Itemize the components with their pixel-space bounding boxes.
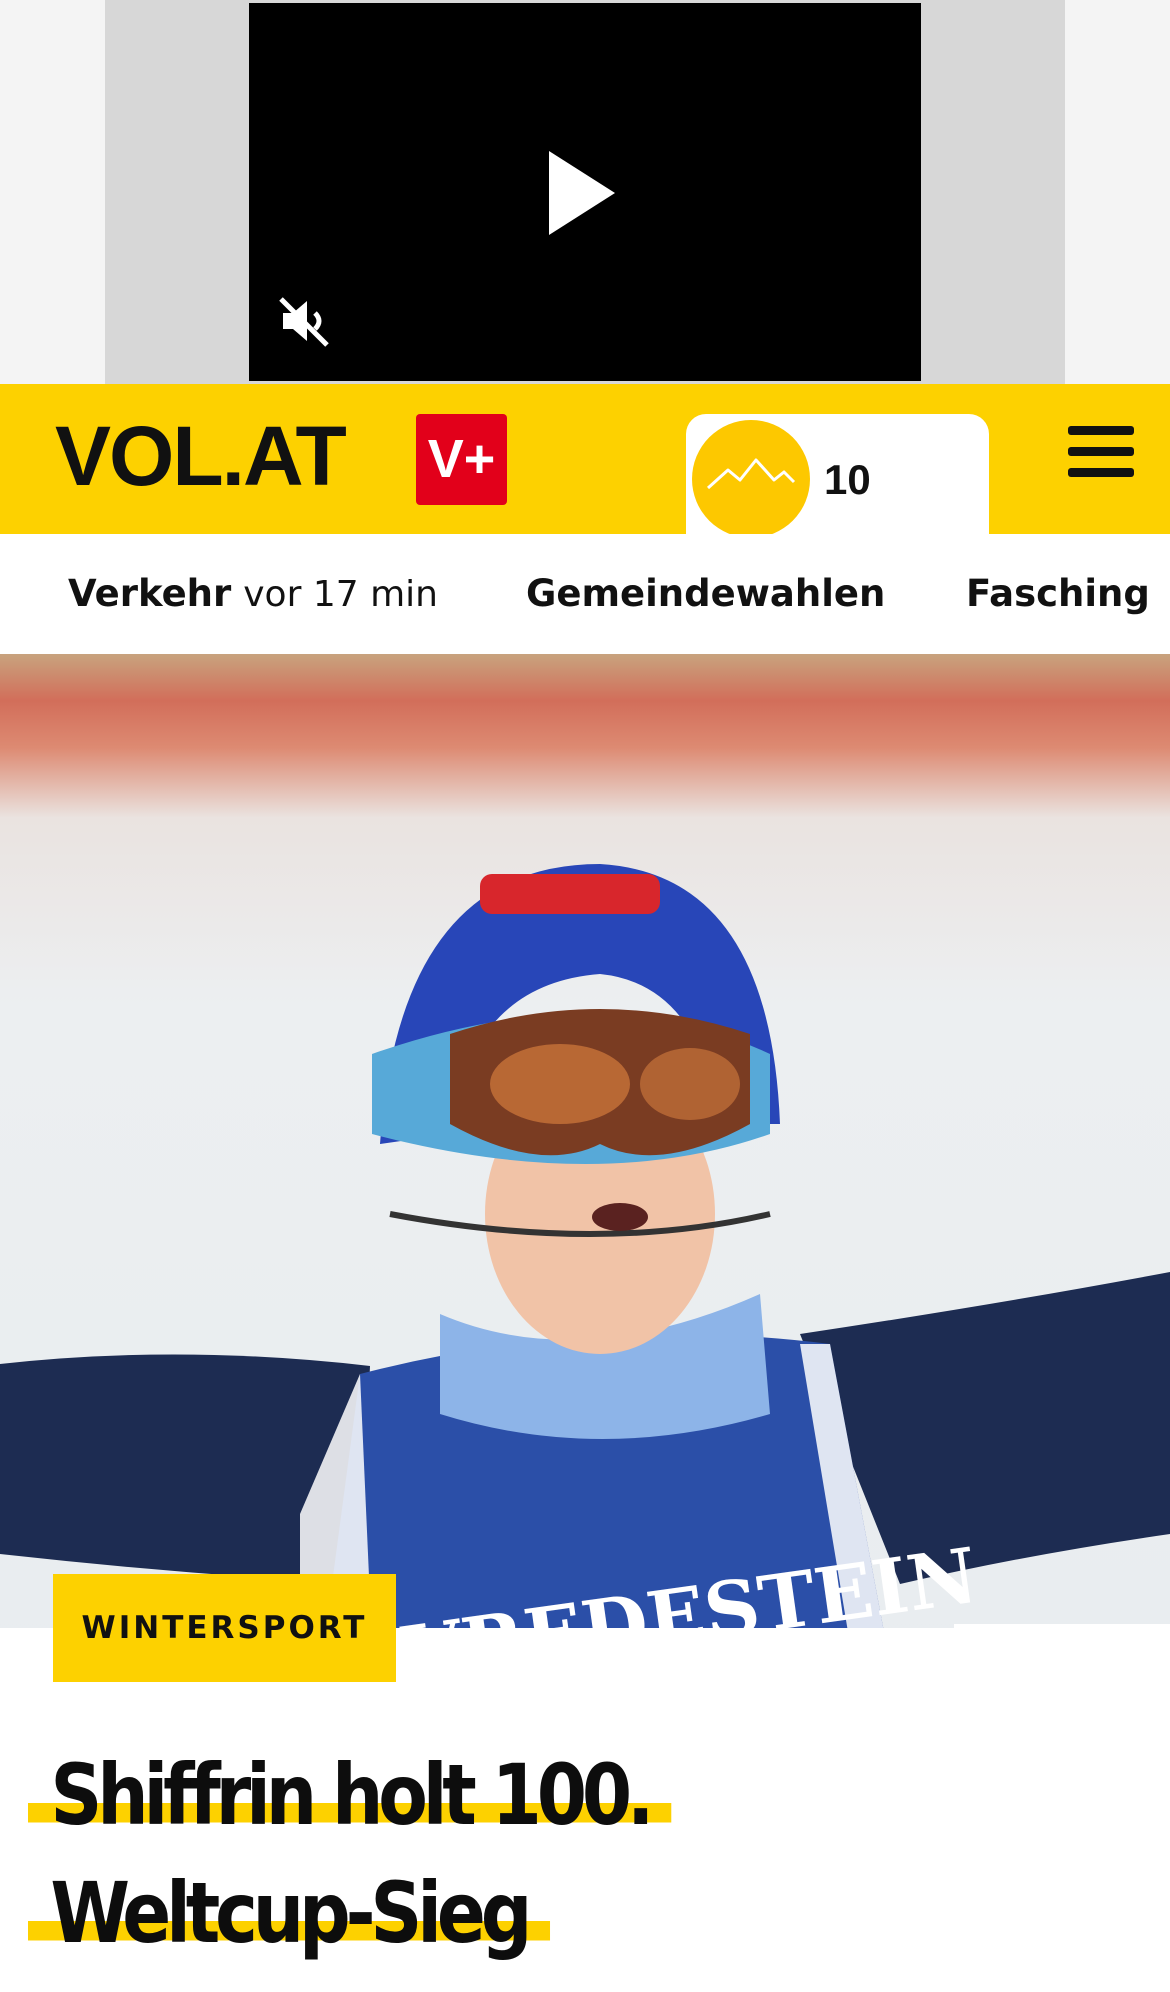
topic-label: Verkehr [68, 572, 232, 615]
hero-corner [954, 1624, 1170, 1824]
weather-widget[interactable]: 10 [686, 414, 989, 538]
headline-line-2: Weltcup-Sieg [28, 1864, 550, 1962]
site-header: VOL.AT V+ 10 [0, 384, 1170, 538]
article-headline[interactable]: Shiffrin holt 100. Weltcup-Sieg [28, 1736, 802, 1972]
weather-temperature: 10 [824, 456, 871, 503]
category-tag[interactable]: WINTERSPORT [53, 1574, 396, 1682]
topic-fasching[interactable]: Fasching [966, 572, 1150, 615]
topic-label: Fasching [966, 572, 1150, 615]
hamburger-menu-icon[interactable] [1068, 426, 1134, 478]
ad-banner [0, 0, 1170, 384]
page: VOL.AT V+ 10 Verkehr vor 17 min Gemeindew… [0, 0, 1170, 1992]
vplus-button[interactable]: V+ [416, 414, 507, 505]
video-player[interactable] [249, 3, 921, 381]
topic-timestamp: vor 17 min [243, 574, 438, 615]
topic-nav: Verkehr vor 17 min Gemeindewahlen Faschin… [0, 534, 1170, 654]
mountain-sun-icon [692, 420, 810, 538]
play-icon[interactable] [549, 151, 615, 235]
speaker-muted-icon[interactable] [277, 293, 333, 349]
topic-label: Gemeindewahlen [526, 572, 886, 615]
site-logo[interactable]: VOL.AT [55, 406, 347, 506]
headline-line-1: Shiffrin holt 100. [28, 1746, 672, 1844]
category-label: WINTERSPORT [81, 1610, 368, 1646]
topic-gemeindewahlen[interactable]: Gemeindewahlen [526, 572, 885, 615]
topic-verkehr[interactable]: Verkehr vor 17 min [68, 572, 438, 615]
